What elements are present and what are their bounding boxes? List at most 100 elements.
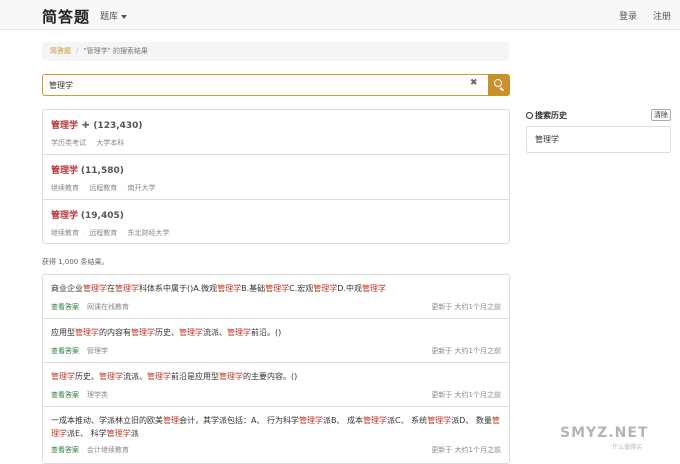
question-fragment: 流派、 — [203, 328, 227, 337]
result-item[interactable]: 管理学历史、管理学流派、管理学前沿是应用型管理学的主要内容。() 查看答案 理学类… — [43, 363, 509, 407]
category-item[interactable]: 管理学 ✚ (123,430) 学历类考试 · 大学本科 — [43, 110, 509, 155]
search-history-label: 搜索历史 — [535, 111, 567, 120]
result-source[interactable]: 理学类 — [87, 391, 108, 399]
question-fragment: 派E、 科学 — [67, 429, 107, 438]
category-tag[interactable]: 继续教育 — [51, 184, 79, 192]
results-list: 商业企业管理学在管理学科体系中属于()A.微观管理学B.基础管理学C.宏观管理学… — [42, 274, 510, 464]
question-fragment: 商业企业 — [51, 284, 83, 293]
question-fragment: 旧 — [131, 416, 139, 425]
caret-down-icon — [121, 14, 128, 19]
category-tag[interactable]: 继续教育 — [51, 229, 79, 237]
view-answer-link[interactable]: 查看答案 — [51, 391, 79, 399]
watermark: SMYZ.NET — [560, 425, 649, 441]
category-tag[interactable]: 学历类考试 — [51, 139, 86, 147]
updated-time: 更新于 大约1个月之前 — [431, 303, 501, 311]
question-fragment: 派 — [130, 429, 139, 438]
category-title: 管理学 (19,405) — [51, 208, 124, 221]
question-fragment: 前沿是应用型 — [171, 372, 219, 381]
category-tag[interactable]: 远程教育 — [89, 184, 117, 192]
question-fragment: 应用型 — [51, 328, 75, 337]
result-source[interactable]: 管理学 — [87, 347, 108, 355]
category-tags: 继续教育 · 远程教育 · 南开大学 — [51, 184, 156, 192]
category-name[interactable]: 管理学 — [51, 211, 78, 221]
updated-time: 更新于 大约1个月之前 — [431, 391, 501, 399]
question-fragment: 一成本推动、学派林立 — [51, 416, 131, 425]
site-logo[interactable]: 简答题 — [42, 6, 90, 27]
category-title: 管理学 (11,580) — [51, 163, 124, 176]
question-fragment: 会计，其学派包括：A、 行为科学 — [179, 416, 300, 425]
question-fragment: 前沿。() — [251, 328, 282, 337]
history-icon — [526, 112, 533, 119]
plus-icon[interactable]: ✚ — [82, 121, 90, 131]
login-link[interactable]: 登录 — [619, 9, 637, 22]
result-meta: 查看答案 网课在线教育 — [51, 302, 129, 312]
view-answer-link[interactable]: 查看答案 — [51, 303, 79, 311]
highlighted-term: 管理学 — [147, 372, 171, 381]
highlighted-term: 管理学 — [217, 284, 242, 293]
result-item[interactable]: 一成本推动、学派林立旧的欧美管理会计，其学派包括：A、 行为科学管理学派B、 成… — [43, 407, 509, 463]
highlighted-term: 管理学 — [99, 372, 123, 381]
result-meta: 查看答案 理学类 — [51, 390, 108, 400]
breadcrumb-separator: / — [76, 47, 79, 55]
category-item[interactable]: 管理学 (19,405) 继续教育 · 远程教育 · 东北财经大学 — [43, 200, 509, 245]
results-count: 获得 1,000 条结果。 — [42, 258, 109, 266]
question-text[interactable]: 应用型管理学的内容有管理学历史、管理学流派、管理学前沿。() — [51, 326, 503, 339]
question-fragment: B.基础 — [241, 284, 266, 293]
question-fragment: 派C、 系统 — [387, 416, 428, 425]
highlighted-term: 管理学 — [265, 284, 290, 293]
question-text[interactable]: 一成本推动、学派林立旧的欧美管理会计，其学派包括：A、 行为科学管理学派B、 成… — [51, 414, 503, 440]
category-name[interactable]: 管理学 — [51, 166, 78, 176]
highlighted-term: 管理学 — [363, 416, 388, 425]
highlighted-term: 管理学 — [115, 284, 139, 293]
category-tag[interactable]: 东北财经大学 — [127, 229, 169, 237]
highlighted-term: 管理学 — [131, 328, 155, 337]
question-bank-dropdown[interactable]: 题库 — [100, 9, 128, 22]
view-answer-link[interactable]: 查看答案 — [51, 347, 79, 355]
updated-time: 更新于 大约1个月之前 — [431, 446, 501, 454]
register-link[interactable]: 注册 — [653, 9, 671, 22]
view-answer-link[interactable]: 查看答案 — [51, 446, 79, 454]
category-count: (123,430) — [93, 121, 143, 131]
search-icon — [494, 79, 502, 87]
category-count: (19,405) — [80, 211, 124, 221]
highlighted-term: 管理学 — [362, 284, 386, 293]
highlighted-term: 管理学 — [83, 284, 107, 293]
highlighted-term: 管理 — [163, 416, 179, 425]
question-fragment: 历史、 — [75, 372, 99, 381]
highlighted-term: 管理学 — [299, 416, 324, 425]
search-input[interactable] — [42, 74, 488, 96]
question-fragment: C.宏观 — [289, 284, 314, 293]
highlighted-term: 管理学 — [51, 372, 75, 381]
result-meta: 查看答案 管理学 — [51, 346, 108, 356]
question-fragment: 历史、 — [155, 328, 179, 337]
top-navbar: 简答题 题库 登录 注册 — [0, 0, 680, 30]
result-meta: 查看答案 会计继续教育 — [51, 445, 129, 455]
category-title: 管理学 ✚ (123,430) — [51, 118, 143, 131]
question-fragment: 的内容有 — [99, 328, 131, 337]
highlighted-term: 管理学 — [106, 429, 131, 438]
category-tag[interactable]: 南开大学 — [127, 184, 155, 192]
breadcrumb-home[interactable]: 简答题 — [50, 47, 71, 55]
category-item[interactable]: 管理学 (11,580) 继续教育 · 远程教育 · 南开大学 — [43, 155, 509, 200]
history-item[interactable]: 管理学 — [526, 126, 671, 153]
clear-history-button[interactable]: 清除 — [651, 109, 671, 121]
result-item[interactable]: 商业企业管理学在管理学科体系中属于()A.微观管理学B.基础管理学C.宏观管理学… — [43, 275, 509, 319]
clear-icon[interactable]: ✖ — [470, 78, 478, 88]
result-source[interactable]: 网课在线教育 — [87, 303, 129, 311]
result-item[interactable]: 应用型管理学的内容有管理学历史、管理学流派、管理学前沿。() 查看答案 管理学 更… — [43, 319, 509, 363]
question-text[interactable]: 商业企业管理学在管理学科体系中属于()A.微观管理学B.基础管理学C.宏观管理学… — [51, 282, 503, 295]
highlighted-term: 管理学 — [75, 328, 99, 337]
highlighted-term: 管理学 — [313, 284, 338, 293]
category-name[interactable]: 管理学 — [51, 121, 78, 131]
breadcrumb: 简答题 / "管理学" 的搜索结果 — [42, 42, 509, 61]
search-icon-handle — [499, 87, 504, 91]
category-count: (11,580) — [80, 166, 124, 176]
highlighted-term: 管理学 — [427, 416, 452, 425]
question-text[interactable]: 管理学历史、管理学流派、管理学前沿是应用型管理学的主要内容。() — [51, 370, 503, 383]
category-tag[interactable]: 远程教育 — [89, 229, 117, 237]
search-button[interactable] — [488, 74, 510, 96]
question-fragment: 的主要内容。() — [243, 372, 298, 381]
result-source[interactable]: 会计继续教育 — [87, 446, 129, 454]
question-fragment: 在 — [107, 284, 115, 293]
category-tag[interactable]: 大学本科 — [96, 139, 124, 147]
